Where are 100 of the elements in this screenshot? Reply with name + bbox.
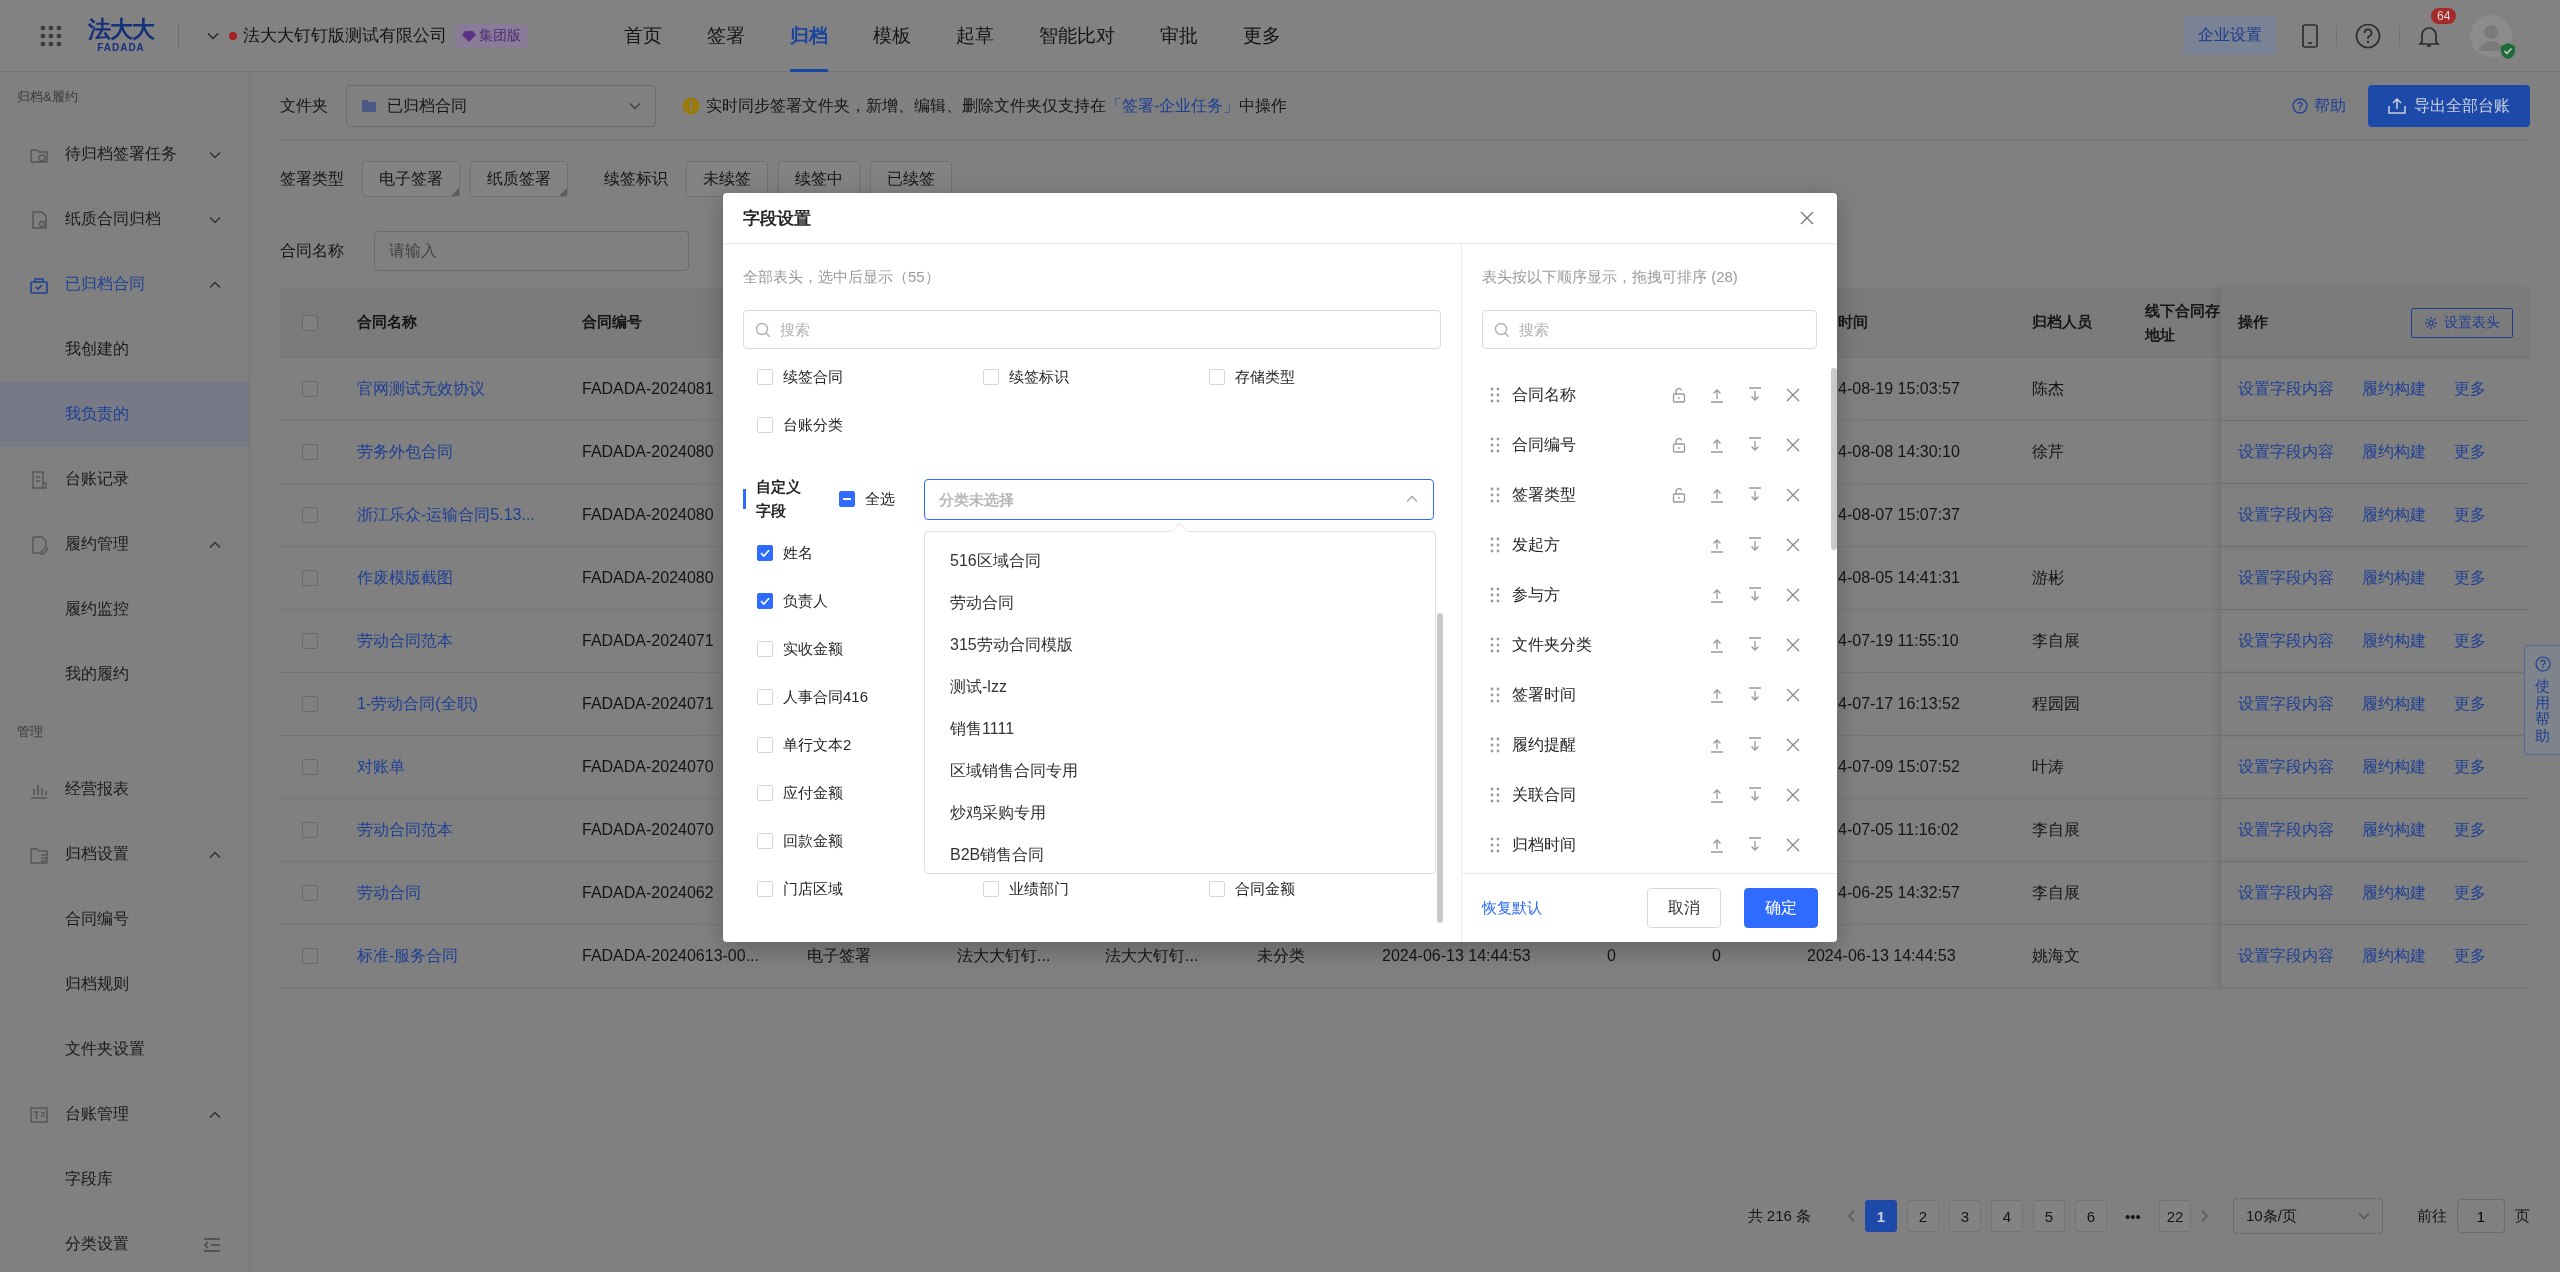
remove-icon[interactable] (1785, 837, 1801, 853)
contract-name-link[interactable]: 官网测试无效协议 (357, 378, 485, 400)
apps-grid-icon[interactable] (40, 24, 62, 47)
move-to-bottom-icon[interactable] (1747, 687, 1763, 703)
remove-icon[interactable] (1785, 687, 1801, 703)
drag-handle-icon[interactable] (1490, 637, 1500, 653)
contract-name-link[interactable]: 劳务外包合同 (357, 441, 453, 463)
nav-tab[interactable]: 模板 (873, 0, 911, 72)
move-to-bottom-icon[interactable] (1747, 837, 1763, 853)
move-to-bottom-icon[interactable] (1747, 737, 1763, 753)
action-link[interactable]: 履约构建 (2362, 882, 2426, 904)
more-pages-button[interactable]: ••• (2117, 1200, 2149, 1232)
dropdown-option[interactable]: 区域销售合同专用 (925, 750, 1435, 792)
phone-icon[interactable] (2302, 23, 2318, 48)
remove-icon[interactable] (1785, 787, 1801, 803)
unlocked-padlock-icon[interactable] (1671, 487, 1687, 503)
checkbox[interactable] (839, 491, 855, 507)
drag-handle-icon[interactable] (1490, 387, 1500, 403)
sidebar-item[interactable]: 归档设置 (0, 822, 249, 887)
sidebar-item[interactable]: 分类设置 (0, 1212, 249, 1272)
move-to-bottom-icon[interactable] (1747, 487, 1763, 503)
action-link[interactable]: 设置字段内容 (2238, 882, 2334, 904)
action-link[interactable]: 更多 (2454, 441, 2486, 463)
dropdown-option[interactable]: 315劳动合同模版 (925, 624, 1435, 666)
action-link[interactable]: 更多 (2454, 630, 2486, 652)
drag-handle-icon[interactable] (1490, 537, 1500, 553)
action-link[interactable]: 履约构建 (2362, 504, 2426, 526)
sidebar-item[interactable]: 我创建的 (0, 317, 249, 382)
action-link[interactable]: 设置字段内容 (2238, 378, 2334, 400)
nav-tab[interactable]: 归档 (790, 0, 828, 72)
page-button[interactable]: 4 (1991, 1200, 2023, 1232)
page-button[interactable]: 3 (1949, 1200, 1981, 1232)
nav-tab[interactable]: 起草 (956, 0, 994, 72)
search-field[interactable]: 搜索 (743, 310, 1441, 349)
page-button[interactable]: 2 (1907, 1200, 1939, 1232)
action-link[interactable]: 履约构建 (2362, 693, 2426, 715)
action-link[interactable]: 履约构建 (2362, 567, 2426, 589)
move-to-top-icon[interactable] (1709, 487, 1725, 503)
sidebar-item[interactable]: 台账记录 (0, 447, 249, 512)
action-link[interactable]: 设置字段内容 (2238, 441, 2334, 463)
confirm-button[interactable]: 确定 (1744, 888, 1818, 928)
sidebar-item[interactable]: 纸质合同归档 (0, 187, 249, 252)
action-link[interactable]: 更多 (2454, 882, 2486, 904)
remove-icon[interactable] (1785, 387, 1801, 403)
action-link[interactable]: 设置字段内容 (2238, 756, 2334, 778)
remove-icon[interactable] (1785, 637, 1801, 653)
sidebar-item[interactable]: 我的履约 (0, 642, 249, 707)
help-link[interactable]: 帮助 (2292, 95, 2346, 117)
move-to-top-icon[interactable] (1709, 737, 1725, 753)
contract-name-link[interactable]: 作废模版截图 (357, 567, 453, 589)
contract-name-link[interactable]: 劳动合同范本 (357, 819, 453, 841)
drag-handle-icon[interactable] (1490, 687, 1500, 703)
move-to-top-icon[interactable] (1709, 437, 1725, 453)
dropdown-option[interactable]: B2B销售合同 (925, 834, 1435, 873)
move-to-top-icon[interactable] (1709, 837, 1725, 853)
export-button[interactable]: 导出全部台账 (2368, 85, 2530, 127)
next-page-icon[interactable] (2201, 1210, 2209, 1222)
nav-tab[interactable]: 签署 (707, 0, 745, 72)
remove-icon[interactable] (1785, 537, 1801, 553)
move-to-top-icon[interactable] (1709, 687, 1725, 703)
contract-name-link[interactable]: 浙江乐众-运输合同5.13... (357, 504, 535, 526)
nav-tab[interactable]: 审批 (1160, 0, 1198, 72)
remove-icon[interactable] (1785, 587, 1801, 603)
nav-tab[interactable]: 更多 (1243, 0, 1281, 72)
company-name[interactable]: 法大大钉钉版测试有限公司 (243, 24, 447, 47)
action-link[interactable]: 履约构建 (2362, 756, 2426, 778)
drag-handle-icon[interactable] (1490, 587, 1500, 603)
move-to-top-icon[interactable] (1709, 787, 1725, 803)
filter-tag[interactable]: 未续签 (686, 161, 768, 197)
contract-name-input[interactable]: 请输入 (374, 231, 689, 271)
action-link[interactable]: 更多 (2454, 756, 2486, 778)
action-link[interactable]: 履约构建 (2362, 945, 2426, 967)
nav-tab[interactable]: 智能比对 (1039, 0, 1115, 72)
category-select[interactable]: 分类未选择 (924, 478, 1434, 520)
enterprise-settings-button[interactable]: 企业设置 (2184, 16, 2276, 55)
move-to-top-icon[interactable] (1709, 587, 1725, 603)
action-link[interactable]: 设置字段内容 (2238, 819, 2334, 841)
goto-page-input[interactable]: 1 (2457, 1199, 2505, 1233)
action-link[interactable]: 更多 (2454, 504, 2486, 526)
drag-handle-icon[interactable] (1490, 737, 1500, 753)
unlocked-padlock-icon[interactable] (1671, 387, 1687, 403)
page-size-select[interactable]: 10条/页 (2233, 1198, 2383, 1234)
reset-default-link[interactable]: 恢复默认 (1482, 898, 1542, 918)
drag-handle-icon[interactable] (1490, 487, 1500, 503)
sidebar-item[interactable]: 履约管理 (0, 512, 249, 577)
page-button[interactable]: 6 (2075, 1200, 2107, 1232)
move-to-top-icon[interactable] (1709, 387, 1725, 403)
sidebar-item[interactable]: 我负责的 (0, 382, 249, 447)
help-icon[interactable] (2355, 22, 2381, 49)
dropdown-option[interactable]: 销售1111 (925, 708, 1435, 750)
sidebar-item[interactable]: 履约监控 (0, 577, 249, 642)
checkbox[interactable] (757, 593, 773, 609)
action-link[interactable]: 设置字段内容 (2238, 945, 2334, 967)
move-to-top-icon[interactable] (1709, 637, 1725, 653)
action-link[interactable]: 更多 (2454, 945, 2486, 967)
action-link[interactable]: 履约构建 (2362, 378, 2426, 400)
drag-handle-icon[interactable] (1490, 437, 1500, 453)
checkbox[interactable] (757, 545, 773, 561)
action-link[interactable]: 履约构建 (2362, 441, 2426, 463)
contract-name-link[interactable]: 对账单 (357, 756, 405, 778)
